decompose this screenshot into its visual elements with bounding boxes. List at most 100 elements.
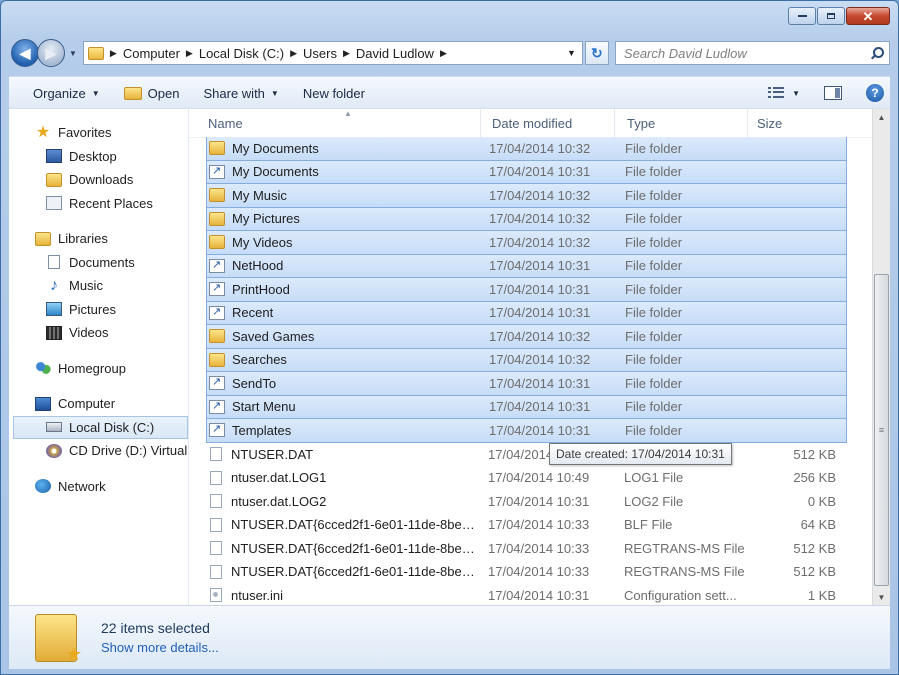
file-type: File folder — [625, 352, 683, 368]
file-name: My Documents — [232, 164, 319, 180]
file-name: NTUSER.DAT — [231, 446, 314, 462]
nav-local-disk[interactable]: Local Disk (C:) — [13, 415, 188, 439]
file-name-cell: My Music — [207, 188, 482, 203]
forward-button[interactable]: ▶ — [37, 39, 65, 67]
chevron-right-icon: ▶ — [185, 47, 193, 58]
file-name: PrintHood — [232, 281, 290, 297]
column-header-size[interactable]: Size — [748, 109, 846, 137]
breadcrumb-subfolders[interactable]: ▶ — [440, 48, 453, 59]
nav-homegroup[interactable]: Homegroup — [9, 357, 188, 381]
column-header-type[interactable]: Type — [615, 109, 748, 137]
table-row[interactable]: SendTo 17/04/2014 10:31 File folder — [206, 372, 847, 396]
back-button[interactable]: ◀ — [11, 39, 39, 67]
nav-favorites[interactable]: ★ Favorites — [9, 121, 188, 145]
nav-computer[interactable]: Computer — [9, 392, 188, 416]
table-row[interactable]: ntuser.dat.LOG1 17/04/2014 10:49 LOG1 File… — [206, 466, 847, 490]
file-name-cell: PrintHood — [207, 282, 482, 297]
show-more-details-link[interactable]: Show more details... — [101, 640, 219, 655]
file-name-cell: My Documents — [207, 141, 482, 156]
file-date: 17/04/2014 10:32 — [489, 187, 591, 203]
nav-pictures[interactable]: Pictures — [9, 298, 188, 322]
nav-desktop[interactable]: Desktop — [9, 145, 188, 169]
refresh-button[interactable]: ↻ — [584, 41, 609, 65]
documents-icon — [48, 255, 60, 270]
table-row[interactable]: NetHood 17/04/2014 10:31 File folder — [206, 254, 847, 278]
file-type: Configuration sett... — [624, 587, 737, 603]
file-name: My Documents — [232, 140, 319, 156]
nav-network[interactable]: Network — [9, 475, 188, 499]
breadcrumb-david-ludlow[interactable]: ▶ David Ludlow — [343, 46, 434, 61]
table-row[interactable]: Start Menu 17/04/2014 10:31 File folder — [206, 395, 847, 419]
scroll-up-button[interactable]: ▲ — [873, 109, 890, 126]
nav-cd-drive[interactable]: CD Drive (D:) Virtual — [9, 439, 188, 463]
table-row[interactable]: Recent 17/04/2014 10:31 File folder — [206, 301, 847, 325]
pictures-icon — [46, 302, 62, 317]
organize-button[interactable]: Organize ▼ — [9, 77, 112, 109]
table-row[interactable]: Saved Games 17/04/2014 10:32 File folder — [206, 325, 847, 349]
table-row[interactable]: My Pictures 17/04/2014 10:32 File folder — [206, 207, 847, 231]
nav-documents[interactable]: Documents — [9, 251, 188, 275]
column-headers: Name Date modified Type Size ▲ — [189, 109, 890, 138]
navigation-pane: ★ Favorites Desktop Downloads Recent Plac… — [9, 109, 189, 606]
sort-ascending-icon: ▲ — [344, 109, 352, 118]
nav-recent-places[interactable]: Recent Places — [9, 192, 188, 216]
file-date: 17/04/2014 10:31 — [488, 493, 590, 509]
recent-pages-dropdown[interactable]: ▼ — [69, 49, 77, 58]
new-folder-button[interactable]: New folder — [291, 77, 377, 109]
forward-arrow-icon: ▶ — [45, 44, 57, 61]
minimize-button[interactable] — [788, 7, 816, 25]
share-with-button[interactable]: Share with ▼ — [191, 77, 290, 109]
preview-pane-button[interactable] — [812, 77, 854, 109]
table-row[interactable]: My Music 17/04/2014 10:32 File folder — [206, 184, 847, 208]
address-history-dropdown[interactable]: ▼ — [567, 48, 576, 58]
table-row[interactable]: Templates 17/04/2014 10:31 File folder — [206, 419, 847, 443]
file-date: 17/04/2014 10:33 — [488, 517, 590, 533]
file-name: ntuser.dat.LOG2 — [231, 493, 327, 509]
file-type: File folder — [625, 281, 683, 297]
open-button[interactable]: Open — [112, 77, 192, 109]
table-row[interactable]: NTUSER.DAT{6cced2f1-6e01-11de-8bed-... 17… — [206, 513, 847, 537]
table-row[interactable]: My Documents 17/04/2014 10:32 File folder — [206, 137, 847, 161]
search-input[interactable] — [621, 44, 871, 62]
column-header-name[interactable]: Name — [189, 109, 481, 137]
nav-music[interactable]: ♪ Music — [9, 274, 188, 298]
nav-downloads[interactable]: Downloads — [9, 168, 188, 192]
file-type: File folder — [625, 140, 683, 156]
maximize-button[interactable] — [817, 7, 845, 25]
breadcrumb-local-disk[interactable]: ▶ Local Disk (C:) — [186, 46, 284, 61]
file-type: File folder — [625, 328, 683, 344]
file-date: 17/04/2014 10:32 — [489, 140, 591, 156]
column-header-date-modified[interactable]: Date modified — [481, 109, 615, 137]
nav-videos[interactable]: Videos — [9, 321, 188, 345]
file-name: Saved Games — [232, 328, 315, 344]
table-row[interactable]: ntuser.ini 17/04/2014 10:31 Configuration … — [206, 584, 847, 608]
date-created-tooltip: Date created: 17/04/2014 10:31 — [549, 443, 732, 465]
table-row[interactable]: NTUSER.DAT17/04/2014 10:49DAT File512 KB — [206, 443, 847, 467]
close-button[interactable]: ✕ — [846, 7, 890, 25]
file-list: Name Date modified Type Size ▲ My Docume… — [189, 109, 890, 606]
help-button[interactable]: ? — [854, 77, 890, 109]
change-view-button[interactable]: ▼ — [756, 77, 812, 109]
chevron-right-icon: ▶ — [290, 47, 298, 58]
table-row[interactable]: My Videos 17/04/2014 10:32 File folder — [206, 231, 847, 255]
music-icon: ♪ — [50, 276, 58, 294]
table-row[interactable]: NTUSER.DAT{6cced2f1-6e01-11de-8bed-... 17… — [206, 560, 847, 584]
table-row[interactable]: ntuser.dat.LOG2 17/04/2014 10:31 LOG2 File… — [206, 490, 847, 514]
table-row[interactable]: My Documents 17/04/2014 10:31 File folder — [206, 160, 847, 184]
file-size: 512 KB — [793, 446, 836, 462]
file-icon — [210, 447, 222, 462]
nav-libraries[interactable]: Libraries — [9, 227, 188, 251]
open-folder-icon — [123, 86, 142, 100]
table-row[interactable]: Searches 17/04/2014 10:32 File folder — [206, 348, 847, 372]
file-size: 256 KB — [793, 470, 836, 486]
vertical-scrollbar[interactable]: ▲ ≡ ▼ — [872, 109, 890, 606]
search-icon[interactable] — [871, 47, 884, 59]
scroll-thumb[interactable]: ≡ — [874, 274, 889, 586]
scroll-down-button[interactable]: ▼ — [873, 589, 890, 606]
breadcrumb-users[interactable]: ▶ Users — [290, 46, 337, 61]
table-row[interactable]: NTUSER.DAT{6cced2f1-6e01-11de-8bed-... 17… — [206, 537, 847, 561]
computer-icon — [35, 396, 51, 411]
address-bar[interactable]: ▶ Computer ▶ Local Disk (C:) ▶ Users ▶ David… — [82, 41, 583, 65]
breadcrumb-computer[interactable]: ▶ Computer — [110, 46, 180, 61]
table-row[interactable]: PrintHood 17/04/2014 10:31 File folder — [206, 278, 847, 302]
